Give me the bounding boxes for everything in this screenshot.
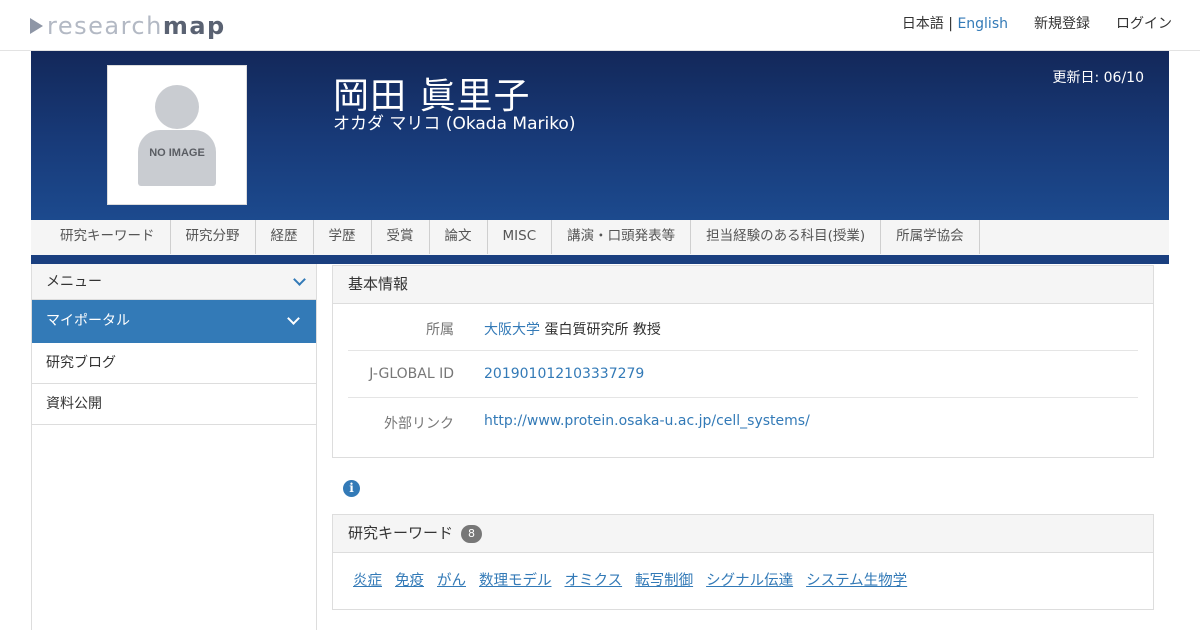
tab-teaching[interactable]: 担当経験のある科目(授業) (691, 220, 882, 254)
logo-text-map: map (162, 12, 226, 40)
no-image-text: NO IMAGE (149, 147, 205, 159)
profile-header: NO IMAGE 岡田 眞里子 オカダ マリコ (Okada Mariko) 更… (31, 51, 1169, 220)
lang-japanese[interactable]: 日本語 (902, 16, 944, 32)
tab-misc[interactable]: MISC (487, 220, 553, 254)
sidebar-item-my-portal[interactable]: マイポータル (32, 300, 316, 343)
external-link[interactable]: http://www.protein.osaka-u.ac.jp/cell_sy… (484, 413, 810, 429)
sidebar-item-research-blog[interactable]: 研究ブログ (32, 343, 316, 384)
affiliation-detail: 蛋白質研究所 教授 (540, 322, 661, 338)
menu-header[interactable]: メニュー (32, 264, 316, 300)
keyword-link[interactable]: 免疫 (395, 569, 424, 590)
lang-english-link[interactable]: English (957, 16, 1008, 32)
chevron-down-icon (287, 312, 300, 325)
top-nav: 日本語 | English 新規登録 ログイン (902, 13, 1172, 33)
basic-info-title: 基本情報 (333, 266, 1153, 304)
register-link[interactable]: 新規登録 (1034, 13, 1090, 33)
info-icon[interactable]: i (343, 480, 360, 497)
profile-photo: NO IMAGE (107, 65, 247, 205)
top-bar: researchmap 日本語 | English 新規登録 ログイン (0, 0, 1200, 51)
no-image-placeholder-icon: NO IMAGE (114, 72, 240, 198)
keyword-link[interactable]: がん (437, 569, 466, 590)
affiliation-label: 所属 (426, 322, 454, 338)
keyword-link[interactable]: オミクス (565, 569, 623, 590)
language-switcher: 日本語 | English (901, 16, 1008, 32)
researchmap-logo[interactable]: researchmap (30, 11, 226, 41)
tab-research-fields[interactable]: 研究分野 (170, 220, 256, 254)
chevron-down-icon (293, 273, 306, 286)
section-tabs: 研究キーワード 研究分野 経歴 学歴 受賞 論文 MISC 講演・口頭発表等 担… (31, 220, 1169, 264)
keyword-list: 炎症 免疫 がん 数理モデル オミクス 転写制御 シグナル伝達 システム生物学 (353, 569, 920, 590)
logo-play-icon (30, 18, 43, 34)
keyword-link[interactable]: 数理モデル (479, 569, 552, 590)
tab-research-keywords[interactable]: 研究キーワード (45, 220, 171, 254)
jglobal-row: J-GLOBAL ID 201901012103337279 (348, 351, 1138, 398)
researcher-name-kana: オカダ マリコ (Okada Mariko) (333, 114, 576, 134)
jglobal-id-link[interactable]: 201901012103337279 (484, 366, 644, 382)
keyword-link[interactable]: 転写制御 (635, 569, 693, 590)
tab-papers[interactable]: 論文 (429, 220, 488, 254)
sidebar-item-label: マイポータル (46, 313, 130, 329)
updated-date: 更新日: 06/10 (1052, 70, 1144, 86)
login-link[interactable]: ログイン (1116, 13, 1172, 33)
jglobal-label: J-GLOBAL ID (369, 366, 454, 382)
tab-education[interactable]: 学歴 (313, 220, 372, 254)
affiliation-link[interactable]: 大阪大学 (484, 322, 540, 338)
menu-label: メニュー (46, 274, 102, 290)
external-link-row: 外部リンク http://www.protein.osaka-u.ac.jp/c… (348, 398, 1138, 445)
keywords-header: 研究キーワード 8 (333, 515, 1153, 553)
affiliation-row: 所属 大阪大学 蛋白質研究所 教授 (348, 304, 1138, 351)
keywords-title: 研究キーワード (348, 524, 454, 542)
logo-text-research: research (47, 12, 163, 40)
keywords-panel: 研究キーワード 8 炎症 免疫 がん 数理モデル オミクス 転写制御 シグナル伝達… (332, 514, 1154, 610)
keyword-link[interactable]: シグナル伝達 (706, 569, 793, 590)
keyword-link[interactable]: 炎症 (353, 569, 382, 590)
tab-societies[interactable]: 所属学協会 (881, 220, 980, 254)
tab-awards[interactable]: 受賞 (371, 220, 430, 254)
keyword-link[interactable]: システム生物学 (806, 569, 907, 590)
external-link-label: 外部リンク (384, 416, 454, 432)
tab-career[interactable]: 経歴 (255, 220, 314, 254)
tab-presentations[interactable]: 講演・口頭発表等 (552, 220, 692, 254)
sidebar: メニュー マイポータル 研究ブログ 資料公開 (31, 264, 317, 630)
basic-info-panel: 基本情報 所属 大阪大学 蛋白質研究所 教授 J-GLOBAL ID 20190… (332, 265, 1154, 458)
keyword-count-badge: 8 (461, 525, 483, 543)
sidebar-item-materials[interactable]: 資料公開 (32, 384, 316, 425)
